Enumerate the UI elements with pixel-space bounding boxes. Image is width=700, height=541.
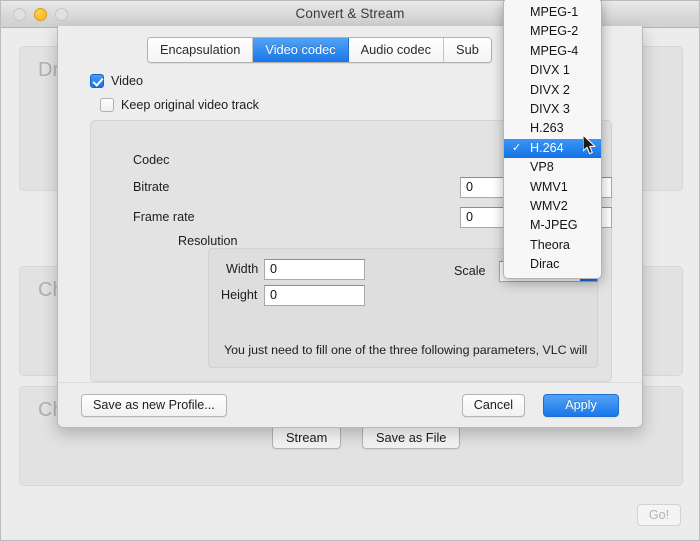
save-as-new-profile-button[interactable]: Save as new Profile... bbox=[81, 394, 227, 417]
menu-item-divx-2[interactable]: DIVX 2 bbox=[504, 81, 601, 100]
menu-item-divx-1[interactable]: DIVX 1 bbox=[504, 61, 601, 80]
go-button[interactable]: Go! bbox=[637, 504, 681, 526]
menu-item-mpeg-4[interactable]: MPEG-4 bbox=[504, 42, 601, 61]
resolution-hint-text: You just need to fill one of the three f… bbox=[224, 343, 588, 357]
apply-button[interactable]: Apply bbox=[543, 394, 619, 417]
bitrate-label: Bitrate bbox=[133, 180, 170, 194]
width-label: Width bbox=[226, 262, 259, 276]
width-input[interactable]: 0 bbox=[264, 259, 365, 280]
frame-rate-label: Frame rate bbox=[133, 210, 195, 224]
tab-audio-codec[interactable]: Audio codec bbox=[348, 38, 445, 62]
settings-tabbar: Encapsulation Video codec Audio codec Su… bbox=[147, 37, 492, 63]
menu-item-wmv1[interactable]: WMV1 bbox=[504, 178, 601, 197]
tab-subtitles[interactable]: Sub bbox=[444, 38, 491, 62]
cancel-button[interactable]: Cancel bbox=[461, 394, 525, 417]
resolution-label: Resolution bbox=[178, 234, 238, 248]
menu-item-dirac[interactable]: Dirac bbox=[504, 255, 601, 274]
codec-label: Codec bbox=[133, 153, 170, 167]
background-panel-drop-label: Dr bbox=[38, 59, 60, 81]
keep-original-track-checkbox-row[interactable]: Keep original video track bbox=[100, 98, 259, 112]
menu-item-mpeg-2[interactable]: MPEG-2 bbox=[504, 22, 601, 41]
menu-item-mpeg-1[interactable]: MPEG-1 bbox=[504, 3, 601, 22]
menu-item-m-jpeg[interactable]: M-JPEG bbox=[504, 216, 601, 235]
sheet-footer: Save as new Profile... Cancel Apply bbox=[58, 382, 642, 427]
menu-item-vp8[interactable]: VP8 bbox=[504, 158, 601, 177]
stream-button[interactable]: Stream bbox=[272, 426, 342, 449]
tab-encapsulation[interactable]: Encapsulation bbox=[148, 38, 254, 62]
menu-item-divx-3[interactable]: DIVX 3 bbox=[504, 100, 601, 119]
video-checkbox-row[interactable]: Video bbox=[90, 74, 143, 88]
save-as-file-button[interactable]: Save as File bbox=[362, 426, 461, 449]
menu-item-theora[interactable]: Theora bbox=[504, 236, 601, 255]
scale-label: Scale bbox=[454, 264, 486, 278]
height-label: Height bbox=[221, 288, 258, 302]
keep-original-track-checkbox[interactable] bbox=[100, 98, 114, 112]
video-checkbox[interactable] bbox=[90, 74, 104, 88]
keep-original-track-label: Keep original video track bbox=[121, 98, 259, 112]
video-checkbox-label: Video bbox=[111, 74, 143, 88]
menu-item-wmv2[interactable]: WMV2 bbox=[504, 197, 601, 216]
mouse-cursor bbox=[582, 134, 597, 156]
tab-video-codec[interactable]: Video codec bbox=[253, 38, 349, 62]
screen: Convert & Stream Dr Ch Ch Go! Stream Sav… bbox=[0, 0, 700, 541]
height-input[interactable]: 0 bbox=[264, 285, 365, 306]
